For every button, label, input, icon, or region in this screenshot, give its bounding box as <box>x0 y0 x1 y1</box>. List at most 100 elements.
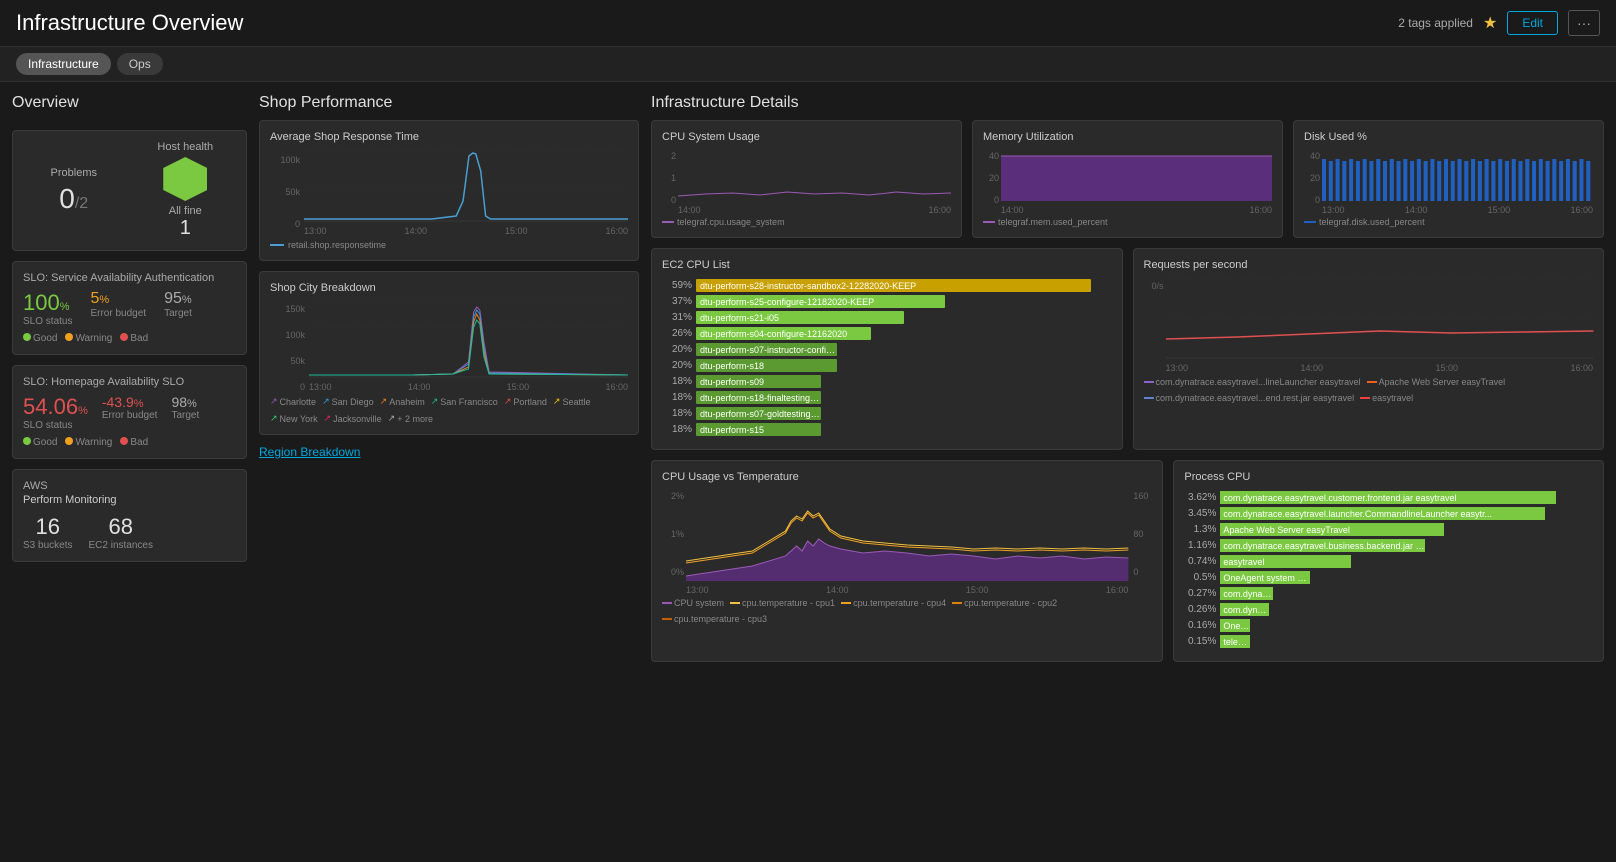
process-cpu-row: 0.74% easytravel <box>1184 555 1593 568</box>
ec2-bar-row: 31% dtu-perform-s21-i05 <box>662 311 1112 324</box>
avg-response-card: Average Shop Response Time 100k 50k 0 <box>259 120 639 261</box>
slo2-target: 98% Target <box>171 394 199 421</box>
problems-card: Problems 0/2 Host health All fine 1 <box>12 130 247 251</box>
tags-applied[interactable]: 2 tags applied <box>1398 16 1473 30</box>
avg-response-title: Average Shop Response Time <box>270 131 628 143</box>
top-bar-right: 2 tags applied ★ Edit ··· <box>1398 10 1600 36</box>
slo1-legend: Good Warning Bad <box>23 333 236 344</box>
region-breakdown-link[interactable]: Region Breakdown <box>259 445 639 459</box>
process-cpu-row: 0.5% OneAgent system monitoring <box>1184 571 1593 584</box>
left-panel: Overview Problems 0/2 Host health All fi… <box>12 94 247 850</box>
middle-panel: Shop Performance Average Shop Response T… <box>259 94 639 850</box>
rps-title: Requests per second <box>1144 259 1594 271</box>
cpu-usage-card: CPU System Usage 2 1 0 14:0016:00 <box>651 120 962 238</box>
slo2-card: SLO: Homepage Availability SLO 54.06% SL… <box>12 365 247 459</box>
ec2-list-title: EC2 CPU List <box>662 259 1112 271</box>
process-bars: 3.62% com.dynatrace.easytravel.customer.… <box>1184 491 1593 648</box>
process-cpu-card: Process CPU 3.62% com.dynatrace.easytrav… <box>1173 460 1604 662</box>
slo1-title: SLO: Service Availability Authentication <box>23 272 236 284</box>
host-health-status: All fine <box>135 205 237 217</box>
memory-card: Memory Utilization 40 20 0 14:0016:00 <box>972 120 1283 238</box>
host-count: 1 <box>135 217 237 240</box>
aws-card: AWS Perform Monitoring 16 S3 buckets 68 … <box>12 469 247 562</box>
memory-metric-label: telegraf.mem.used_percent <box>983 217 1272 227</box>
memory-title: Memory Utilization <box>983 131 1272 143</box>
tab-infrastructure[interactable]: Infrastructure <box>16 53 111 75</box>
page-title: Infrastructure Overview <box>16 10 243 36</box>
star-icon[interactable]: ★ <box>1483 13 1497 33</box>
cpu-vs-temp-title: CPU Usage vs Temperature <box>662 471 1152 483</box>
slo1-card: SLO: Service Availability Authentication… <box>12 261 247 355</box>
host-health-label: Host health <box>135 141 237 153</box>
avg-response-chart <box>304 151 628 221</box>
ec2-metric: 68 EC2 instances <box>88 514 152 551</box>
problems-box: Problems 0/2 <box>23 167 125 215</box>
cpu-vs-temp-legend: CPU system cpu.temperature - cpu1 cpu.te… <box>662 598 1152 624</box>
city-breakdown-card: Shop City Breakdown 150k 100k 50k 0 <box>259 271 639 435</box>
slo2-error: -43.9% Error budget <box>102 394 158 421</box>
ec2-rps-row: EC2 CPU List 59% dtu-perform-s28-instruc… <box>651 248 1604 450</box>
slo2-status: 54.06% SLO status <box>23 394 88 431</box>
slo2-legend: Good Warning Bad <box>23 437 236 448</box>
cpu-vs-temp-card: CPU Usage vs Temperature 2% 1% 0% <box>651 460 1163 662</box>
ec2-bar-row: 20% dtu-perform-s07-instructor-config-12… <box>662 343 1112 356</box>
top-bar: Infrastructure Overview 2 tags applied ★… <box>0 0 1616 47</box>
disk-card: Disk Used % 40 20 0 <box>1293 120 1604 238</box>
process-cpu-row: 0.16% OneAgent log analytics <box>1184 619 1593 632</box>
infra-title: Infrastructure Details <box>651 94 1604 112</box>
ec2-bar-row: 37% dtu-perform-s25-configure-12182020-K… <box>662 295 1112 308</box>
shop-performance-title: Shop Performance <box>259 94 639 112</box>
rps-chart <box>1166 279 1594 359</box>
slo1-target: 95% Target <box>164 290 192 319</box>
ec2-bar-row: 18% dtu-perform-s18-finaltesting-0125202… <box>662 391 1112 404</box>
slo1-status: 100% SLO status <box>23 290 72 327</box>
disk-title: Disk Used % <box>1304 131 1593 143</box>
ec2-bar-row: 18% dtu-perform-s15 <box>662 423 1112 436</box>
overview-title: Overview <box>12 94 247 112</box>
process-cpu-row: 3.62% com.dynatrace.easytravel.customer.… <box>1184 491 1593 504</box>
city-breakdown-chart <box>309 302 628 377</box>
cpu-system-chart <box>678 151 951 201</box>
tab-ops[interactable]: Ops <box>117 53 163 75</box>
problems-count: 0/2 <box>23 183 125 215</box>
ec2-bar-row: 18% dtu-perform-s09 <box>662 375 1112 388</box>
process-cpu-title: Process CPU <box>1184 471 1593 483</box>
avg-response-metric: retail.shop.responsetime <box>270 240 628 250</box>
aws-metrics: 16 S3 buckets 68 EC2 instances <box>23 514 236 551</box>
process-cpu-row: 0.27% com.dynatrace.easytravel.customer.… <box>1184 587 1593 600</box>
problems-label: Problems <box>23 167 125 179</box>
process-cpu-row: 1.3% Apache Web Server easyTravel <box>1184 523 1593 536</box>
cpu-vs-temp-chart <box>686 491 1128 581</box>
disk-metric-label: telegraf.disk.used_percent <box>1304 217 1593 227</box>
infra-top-row: CPU System Usage 2 1 0 14:0016:00 <box>651 120 1604 238</box>
main-content: Overview Problems 0/2 Host health All fi… <box>0 82 1616 862</box>
city-legend: ↗ Charlotte ↗ San Diego ↗ Anaheim ↗ San … <box>270 396 628 424</box>
right-panel: Infrastructure Details CPU System Usage … <box>651 94 1604 850</box>
cpu-metric-label: telegraf.cpu.usage_system <box>662 217 951 227</box>
slo2-title: SLO: Homepage Availability SLO <box>23 376 236 388</box>
rps-card: Requests per second 0/s 13:0014:0 <box>1133 248 1605 450</box>
edit-button[interactable]: Edit <box>1507 11 1558 35</box>
ec2-bar-row: 20% dtu-perform-s18 <box>662 359 1112 372</box>
rps-legend: com.dynatrace.easytravel...lineLauncher … <box>1144 377 1594 403</box>
ec2-bars: 59% dtu-perform-s28-instructor-sandbox2-… <box>662 279 1112 436</box>
process-cpu-row: 1.16% com.dynatrace.easytravel.business.… <box>1184 539 1593 552</box>
process-cpu-row: 0.26% com.dynatrace.easytravel.thirdpart… <box>1184 603 1593 616</box>
ec2-bar-row: 26% dtu-perform-s04-configure-12162020 <box>662 327 1112 340</box>
aws-label: AWS <box>23 480 236 492</box>
s3-metric: 16 S3 buckets <box>23 514 72 551</box>
ec2-bar-row: 59% dtu-perform-s28-instructor-sandbox2-… <box>662 279 1112 292</box>
cpu-usage-title: CPU System Usage <box>662 131 951 143</box>
process-cpu-row: 3.45% com.dynatrace.easytravel.launcher.… <box>1184 507 1593 520</box>
more-button[interactable]: ··· <box>1568 10 1600 36</box>
nav-tabs: Infrastructure Ops <box>0 47 1616 82</box>
ec2-list-card: EC2 CPU List 59% dtu-perform-s28-instruc… <box>651 248 1123 450</box>
ec2-bar-row: 18% dtu-perform-s07-goldtesting-01212021 <box>662 407 1112 420</box>
host-health-box: Host health All fine 1 <box>135 141 237 240</box>
disk-chart <box>1322 151 1593 201</box>
aws-subtitle: Perform Monitoring <box>23 494 236 506</box>
memory-chart <box>1001 151 1272 201</box>
cpu-bottom-row: CPU Usage vs Temperature 2% 1% 0% <box>651 460 1604 662</box>
city-breakdown-title: Shop City Breakdown <box>270 282 628 294</box>
slo1-error: 5% Error budget <box>90 290 146 319</box>
